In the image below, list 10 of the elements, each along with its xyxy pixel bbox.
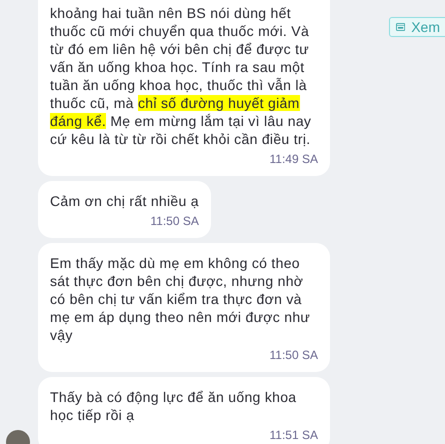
message-text: khoảng hai tuần nên BS nói dùng hết thuốc cũ mới chuyển qua thuốc mới. Và từ đó em liên hệ với bên chị để được tư vấn ăn uống khoa học. Tính ra sau một tuần ăn uống khoa học, thuốc thì vẫn là thuốc cũ, mà chỉ số đường huyết giảm đáng kể. Mẹ em mừng lắm tại vì lâu nay cứ kêu là từ từ rồi chết khỏi cần điều trị. [50, 4, 312, 148]
message-time: 11:50 SA [150, 214, 199, 228]
message-time: 11:51 SA [270, 428, 318, 442]
message-time: 11:50 SA [270, 348, 318, 362]
message-time: 11:49 SA [270, 152, 318, 166]
message-text: Cảm ơn chị rất nhiều ạ [50, 192, 199, 210]
message-text: Em thấy mặc dù mẹ em không có theo sát thực đơn bên chị được, nhưng nhờ có bên chị tư vấn kiểm tra thực đơn và mẹ em áp dụng theo nên mới được như vậy [50, 254, 312, 344]
view-button[interactable]: Xem [389, 17, 445, 37]
window-icon [396, 21, 406, 33]
message-text: Thấy bà có động lực để ăn uống khoa học tiếp rồi ạ [50, 388, 298, 424]
